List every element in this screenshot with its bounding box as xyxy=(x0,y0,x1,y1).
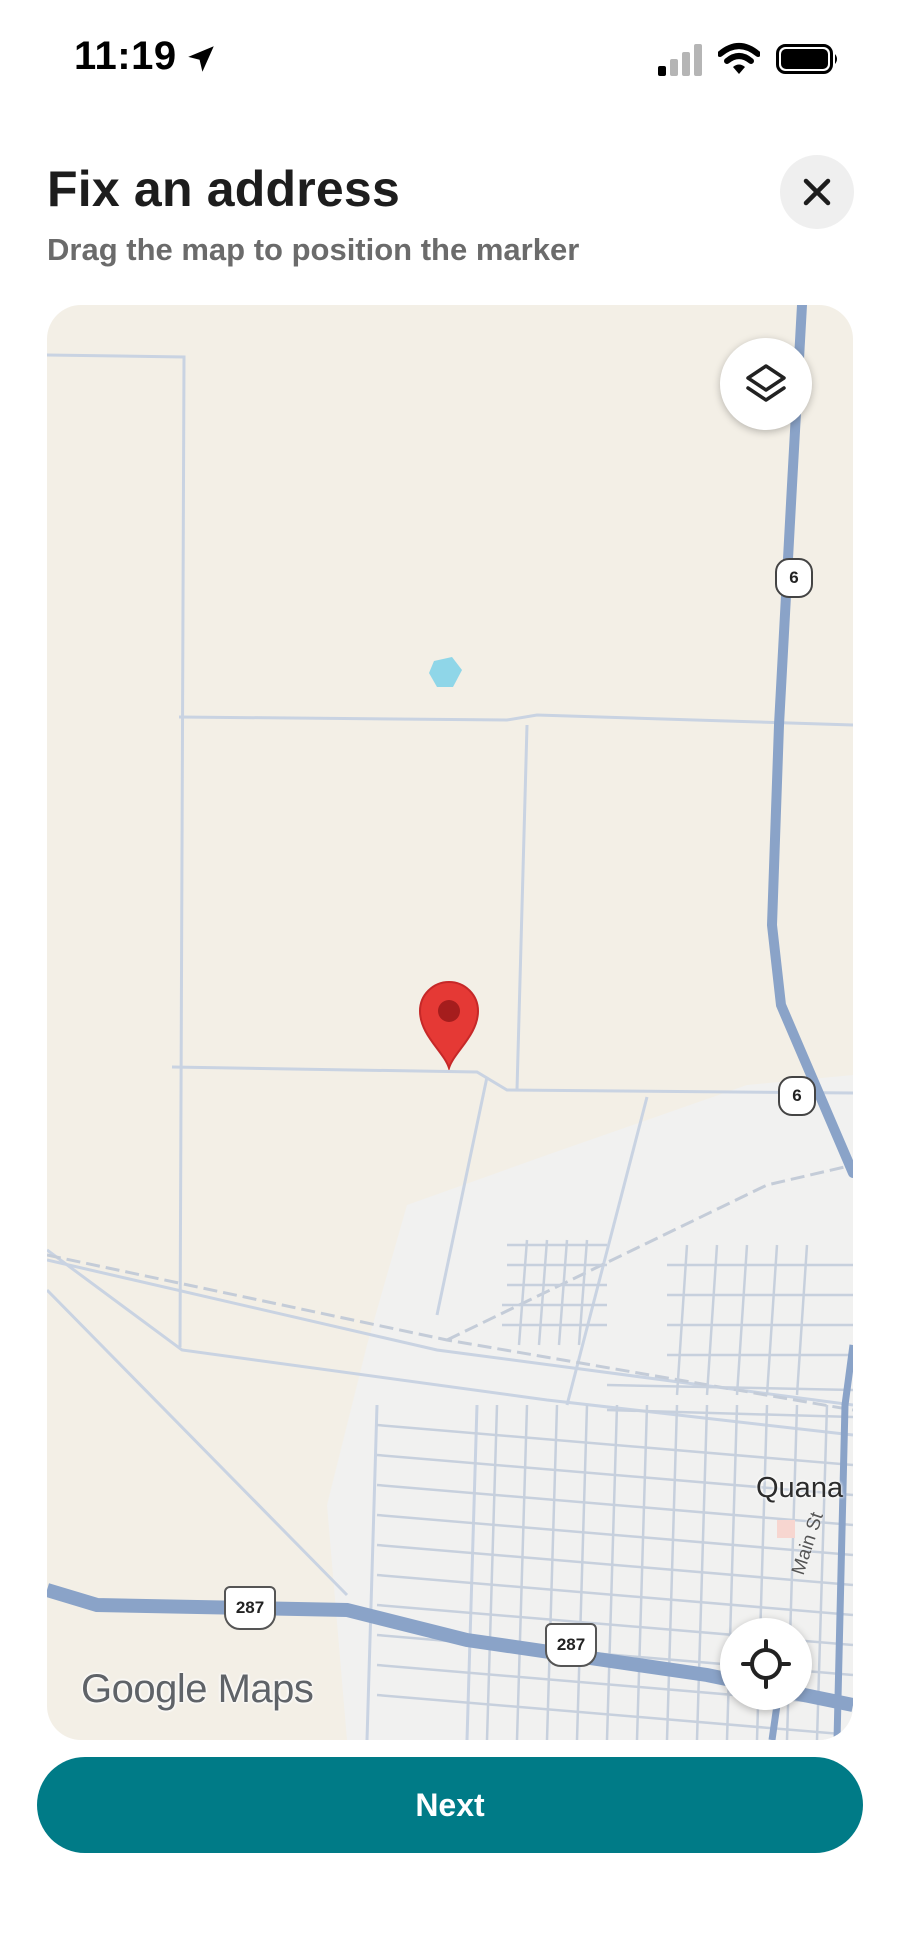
cellular-signal-icon xyxy=(658,44,702,76)
wifi-icon xyxy=(718,43,760,74)
google-maps-attribution: Google Maps xyxy=(81,1667,314,1711)
next-button[interactable]: Next xyxy=(37,1757,863,1853)
location-arrow-icon xyxy=(188,46,214,72)
route-shield-287: 287 xyxy=(545,1623,597,1667)
my-location-button[interactable] xyxy=(720,1618,812,1710)
map-place-label: Quana xyxy=(756,1472,844,1504)
crosshair-icon xyxy=(741,1639,791,1689)
page-title: Fix an address xyxy=(47,161,400,217)
status-time: 11:19 xyxy=(74,34,177,78)
layers-icon xyxy=(746,364,786,402)
route-shield-287: 287 xyxy=(224,1586,276,1630)
map-layers-button[interactable] xyxy=(720,338,812,430)
page-subtitle: Drag the map to position the marker xyxy=(47,232,580,267)
battery-icon xyxy=(776,44,837,74)
close-icon xyxy=(803,178,831,206)
map-pin-icon xyxy=(418,981,480,1070)
map-view[interactable]: 6 6 287 287 Quana Main St Google Maps xyxy=(47,305,853,1740)
route-shield-6: 6 xyxy=(778,1076,816,1116)
status-bar: 11:19 xyxy=(0,0,900,120)
route-shield-6: 6 xyxy=(775,558,813,598)
close-button[interactable] xyxy=(780,155,854,229)
